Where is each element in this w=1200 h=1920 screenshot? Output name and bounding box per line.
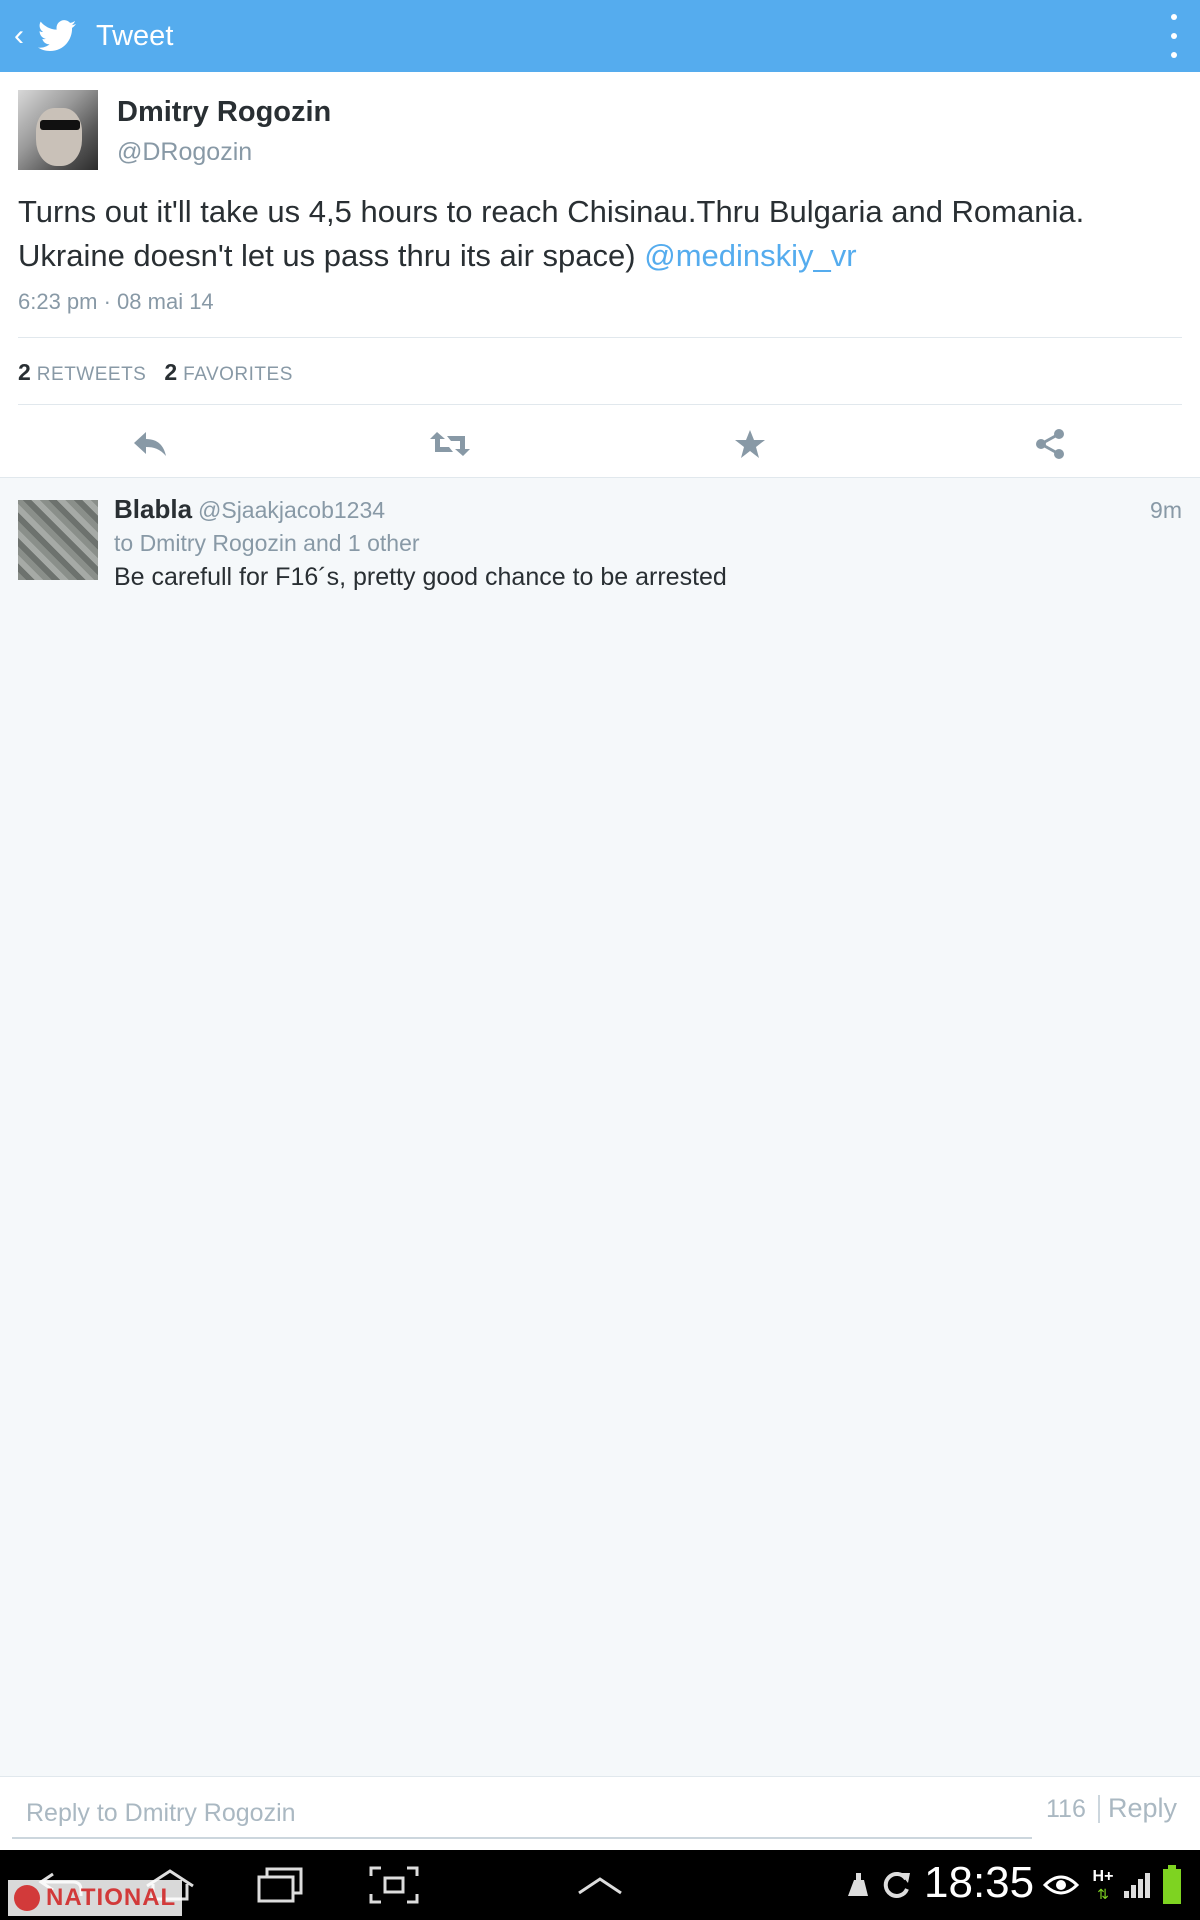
reply-list-item[interactable]: Blabla @Sjaakjacob1234 9m to Dmitry Rogo…: [0, 478, 1200, 611]
reply-icon-svg: [134, 432, 166, 456]
watermark-logo: NATIONAL: [8, 1880, 183, 1916]
mention-link[interactable]: @medinskiy_vr: [644, 238, 856, 273]
recent-apps-svg: [257, 1867, 303, 1903]
reply-author-handle: @Sjaakjacob1234: [198, 497, 386, 523]
system-nav-bar: 18:35 H+ ⇅ NATIONAL: [0, 1850, 1200, 1920]
favorite-star-icon[interactable]: [720, 416, 780, 472]
reply-button[interactable]: Reply: [1108, 1793, 1177, 1824]
favorites-label: FAVORITES: [183, 364, 293, 385]
recent-apps-icon[interactable]: [250, 1862, 310, 1908]
page-title: Tweet: [96, 19, 174, 52]
tweet-text: Turns out it'll take us 4,5 hours to rea…: [18, 190, 1168, 278]
reply-recipients: to Dmitry Rogozin and 1 other: [114, 530, 420, 556]
status-clock: 18:35: [924, 1858, 1035, 1907]
overflow-dot: [1171, 14, 1177, 20]
screenshot-svg: [369, 1866, 419, 1904]
favorites-count: 2: [164, 359, 178, 385]
reply-input[interactable]: Reply to Dmitry Rogozin: [12, 1789, 1032, 1839]
eye-svg: [1043, 1875, 1079, 1895]
avatar-glasses-shape: [40, 120, 80, 130]
chevron-up-icon[interactable]: [570, 1862, 630, 1908]
author-handle[interactable]: @DRogozin: [117, 138, 252, 167]
signal-svg: [1124, 1873, 1150, 1898]
author-avatar[interactable]: [18, 90, 98, 170]
reply-icon[interactable]: [120, 416, 180, 472]
signal-icon: [1120, 1862, 1154, 1908]
watermark-text: NATIONAL: [46, 1884, 177, 1911]
share-icon[interactable]: [1020, 416, 1080, 472]
tweet-body-text: Turns out it'll take us 4,5 hours to rea…: [18, 194, 1085, 273]
battery-svg: [1163, 1865, 1181, 1904]
chevron-up-svg: [578, 1877, 622, 1895]
sync-icon: [878, 1862, 914, 1908]
share-icon-svg: [1036, 429, 1064, 459]
screenshot-icon[interactable]: [364, 1862, 424, 1908]
twitter-bird-icon[interactable]: [38, 19, 78, 53]
back-chevron-icon[interactable]: ‹: [6, 0, 32, 72]
tweet-action-bar: [0, 416, 1200, 472]
twitter-bird-svg: [38, 20, 76, 52]
battery-icon: [1160, 1862, 1184, 1908]
tweet-detail-card: Dmitry Rogozin @DRogozin Turns out it'll…: [0, 72, 1200, 478]
network-type-label: H+: [1092, 1867, 1114, 1885]
tweet-timestamp: 6:23 pm · 08 mai 14: [18, 289, 214, 314]
retweets-count: 2: [18, 359, 31, 385]
top-app-bar: ‹ Tweet: [0, 0, 1200, 72]
star-icon-svg: [735, 430, 765, 458]
reply-author-name: Blabla: [114, 494, 193, 524]
divider: [18, 404, 1182, 405]
reply-timestamp: 9m: [1150, 497, 1182, 523]
avatar-face-shape: [36, 108, 82, 166]
data-arrows-icon: ⇅: [1097, 1885, 1109, 1902]
divider: [18, 337, 1182, 338]
retweets-label: RETWEETS: [36, 364, 147, 385]
tweet-stats: 2 RETWEETS 2 FAVORITES: [18, 359, 293, 386]
watermark-logo-mark: [14, 1885, 40, 1911]
char-counter: 116: [1046, 1795, 1086, 1823]
reply-text: Be carefull for F16´s, pretty good chanc…: [114, 563, 727, 591]
author-name[interactable]: Dmitry Rogozin: [117, 96, 331, 129]
favorites-stat[interactable]: 2 FAVORITES: [164, 359, 293, 386]
overflow-dot: [1171, 33, 1177, 39]
reply-composer: Reply to Dmitry Rogozin 116 Reply: [0, 1776, 1200, 1851]
network-type-indicator: H+ ⇅: [1088, 1862, 1118, 1908]
eye-icon: [1042, 1862, 1080, 1908]
reply-avatar[interactable]: [18, 500, 98, 580]
reply-input-placeholder: Reply to Dmitry Rogozin: [26, 1799, 296, 1827]
retweet-icon-svg: [430, 432, 470, 456]
retweets-stat[interactable]: 2 RETWEETS: [18, 359, 146, 386]
retweet-icon[interactable]: [420, 416, 480, 472]
cleaner-icon: [842, 1862, 872, 1908]
overflow-dot: [1171, 52, 1177, 58]
sync-svg: [883, 1871, 910, 1898]
overflow-menu-icon[interactable]: [1162, 14, 1186, 58]
cleaner-svg: [848, 1873, 868, 1896]
divider: [1098, 1795, 1100, 1823]
